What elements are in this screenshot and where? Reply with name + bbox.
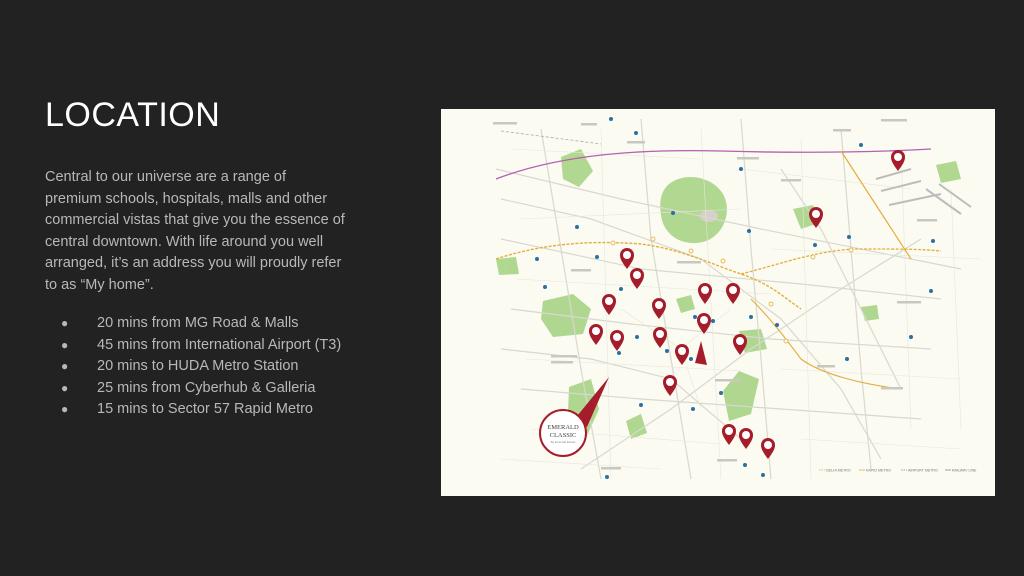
bullet-icon: ● xyxy=(61,402,69,417)
legend-rapid-metro: RAPID METRO xyxy=(866,468,891,472)
bullet-icon: ● xyxy=(61,316,69,330)
highlight-text: 45 mins from International Airport (T3) xyxy=(97,336,342,353)
legend-delhi-metro: DELHI METRO xyxy=(826,468,851,472)
legend-railway-line: RAILWAY LINE xyxy=(952,468,977,472)
highlight-text: 15 mins to Sector 57 Rapid Metro xyxy=(97,401,313,418)
list-item: ● 45 mins from International Airport (T3) xyxy=(45,335,345,357)
legend-airport-metro: AIRPORT METRO xyxy=(908,468,938,472)
highlights-list: ● 20 mins from MG Road & Malls ● 45 mins f… xyxy=(45,313,345,421)
list-item: ● 20 mins from MG Road & Malls xyxy=(45,313,345,335)
highlight-text: 20 mins to HUDA Metro Station xyxy=(97,358,299,375)
location-map: EMERALD CLASSIC By Emerald Estate DELHI … xyxy=(441,109,995,496)
list-item: ● 20 mins to HUDA Metro Station xyxy=(45,356,345,378)
project-tagline: By Emerald Estate xyxy=(551,440,576,444)
project-name-line2: CLASSIC xyxy=(550,432,577,439)
bullet-icon: ● xyxy=(61,337,69,352)
slide-title: LOCATION xyxy=(45,96,221,134)
list-item: ● 25 mins from Cyberhub & Galleria xyxy=(45,378,345,400)
intro-paragraph: Central to our universe are a range of p… xyxy=(45,169,345,293)
highlight-text: 20 mins from MG Road & Malls xyxy=(97,315,299,331)
highlight-text: 25 mins from Cyberhub & Galleria xyxy=(97,379,316,396)
location-map-svg: EMERALD CLASSIC By Emerald Estate DELHI … xyxy=(441,109,995,496)
bullet-icon: ● xyxy=(61,359,69,374)
bullet-icon: ● xyxy=(61,380,69,395)
list-item: ● 15 mins to Sector 57 Rapid Metro xyxy=(45,399,345,421)
project-name-line1: EMERALD xyxy=(547,424,579,431)
